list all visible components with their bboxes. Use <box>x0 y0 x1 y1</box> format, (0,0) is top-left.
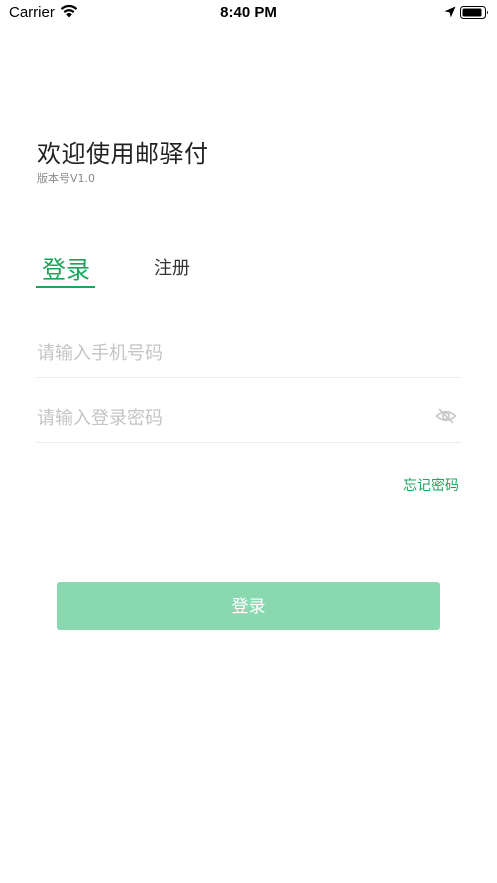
welcome-title: 欢迎使用邮驿付 <box>37 140 209 168</box>
password-input[interactable] <box>37 400 417 436</box>
active-tab-indicator <box>36 286 95 288</box>
eye-hidden-icon[interactable] <box>435 407 457 425</box>
tab-login[interactable]: 登录 <box>37 250 95 285</box>
status-bar: Carrier 8:40 PM <box>0 0 497 26</box>
version-label: 版本号V1.0 <box>37 172 96 185</box>
location-arrow-icon <box>444 6 456 18</box>
battery-icon <box>460 6 488 19</box>
status-time: 8:40 PM <box>220 4 277 21</box>
phone-field-row <box>36 327 461 378</box>
tab-login-label: 登录 <box>42 256 90 284</box>
login-button[interactable]: 登录 <box>57 582 440 630</box>
password-field-row <box>36 392 461 443</box>
tab-register[interactable]: 注册 <box>154 254 190 280</box>
phone-input[interactable] <box>37 335 417 371</box>
forgot-password-link[interactable]: 忘记密码 <box>403 475 459 495</box>
